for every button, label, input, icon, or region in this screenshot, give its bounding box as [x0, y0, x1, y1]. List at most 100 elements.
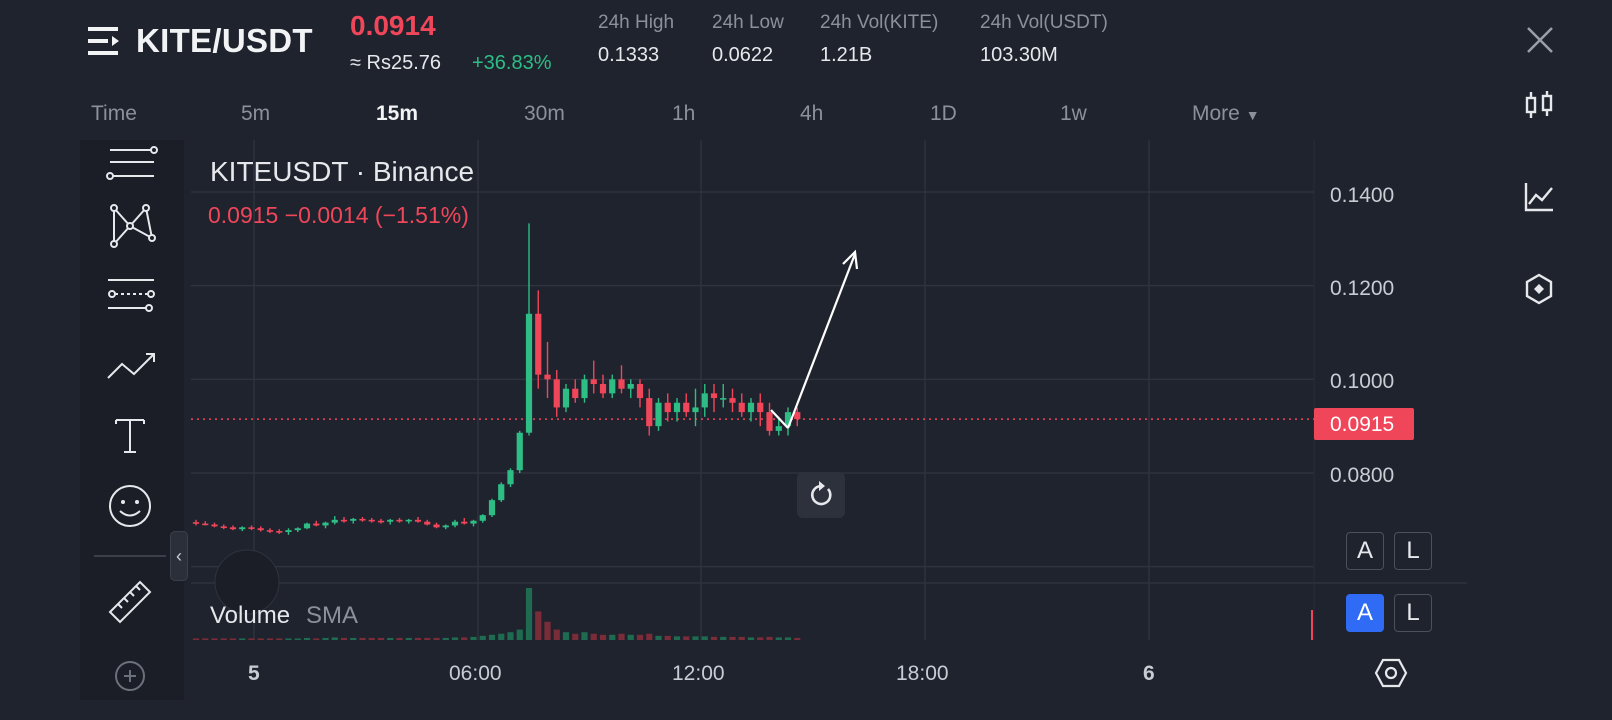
candle-body: [192, 522, 200, 524]
candle-body: [562, 388, 570, 408]
x-tick-label: 5: [248, 662, 260, 685]
volume-bar: [414, 637, 422, 640]
volume-log-scale-button[interactable]: L: [1394, 594, 1432, 632]
ruler-icon[interactable]: [104, 572, 160, 624]
volume-bar: [340, 637, 348, 640]
candle-body: [692, 407, 699, 413]
stat-low-label: 24h Low: [712, 12, 784, 33]
volume-bar: [202, 638, 209, 640]
candle-body: [470, 520, 477, 524]
candle-body: [581, 379, 588, 399]
candlestick-icon[interactable]: [1522, 88, 1556, 122]
y-tick-label: 0.1000: [1330, 370, 1395, 393]
volume-bar: [627, 634, 634, 640]
candle-body: [794, 412, 801, 420]
zoom-in-icon[interactable]: [104, 650, 160, 698]
volume-bar: [322, 637, 329, 640]
fib-icon[interactable]: [104, 274, 160, 322]
candle-body: [599, 384, 607, 394]
log-scale-button[interactable]: L: [1394, 532, 1432, 570]
candle-body: [266, 530, 274, 532]
tab-5m[interactable]: 5m: [241, 102, 270, 126]
volume-bar: [553, 629, 560, 640]
volume-bar: [581, 632, 588, 640]
candle-body: [294, 528, 301, 531]
tab-1h[interactable]: 1h: [672, 102, 695, 126]
candle-body: [359, 518, 366, 521]
candle-body: [775, 426, 782, 431]
pattern-icon[interactable]: [104, 204, 160, 252]
candle-body: [229, 527, 237, 530]
pair-title[interactable]: KITE/USDT: [136, 22, 313, 60]
candle-body: [710, 393, 718, 399]
tab-4h[interactable]: 4h: [800, 102, 823, 126]
candle-body: [590, 379, 597, 385]
candle-body: [757, 402, 764, 413]
volume-bar: [535, 611, 542, 640]
volume-bar: [590, 633, 597, 640]
volume-bar: [747, 637, 755, 640]
candle-body: [340, 519, 348, 522]
volume-bar: [655, 635, 662, 640]
tab-1d[interactable]: 1D: [930, 102, 957, 126]
volume-auto-scale-button[interactable]: A: [1346, 594, 1384, 632]
candle-body: [636, 384, 644, 399]
candle-body: [766, 412, 773, 431]
volume-bar: [599, 634, 607, 640]
chart-settings-icon[interactable]: [1373, 655, 1409, 691]
stat-high-label: 24h High: [598, 12, 675, 33]
more-label: More: [1192, 102, 1240, 125]
volume-bar: [562, 632, 570, 640]
volume-bar: [766, 636, 773, 640]
tab-15m[interactable]: 15m: [376, 102, 418, 126]
candle-body: [525, 313, 533, 433]
volume-bar: [220, 638, 227, 640]
y-tick-label: 0.0800: [1330, 464, 1395, 487]
stat-vol-kite-label: 24h Vol(KITE): [820, 12, 939, 33]
volume-bar: [303, 637, 311, 640]
tab-30m[interactable]: 30m: [524, 102, 565, 126]
volume-bar: [266, 638, 274, 640]
candle-body: [461, 521, 468, 524]
change-percent: +36.83%: [472, 52, 552, 74]
volume-sma-label: SMA: [306, 602, 359, 629]
symbol-title: KITEUSDT · Binance: [210, 156, 475, 187]
volume-bar: [368, 637, 375, 640]
reset-icon: [811, 481, 832, 506]
emoji-icon[interactable]: [104, 482, 160, 530]
indicators-icon[interactable]: [1522, 180, 1556, 214]
volume-bar: [424, 637, 431, 640]
auto-scale-button[interactable]: A: [1346, 532, 1384, 570]
volume-bar: [192, 638, 200, 640]
volume-bar: [442, 637, 449, 640]
candle-body: [516, 432, 523, 471]
volume-bar: [488, 634, 496, 640]
trend-icon[interactable]: [104, 344, 160, 392]
x-tick-label: 6: [1143, 662, 1155, 685]
candle-body: [720, 398, 727, 400]
text-icon[interactable]: [104, 412, 160, 460]
menu-icon[interactable]: [86, 24, 122, 58]
candle-body: [248, 527, 255, 529]
tab-time[interactable]: Time: [91, 102, 137, 126]
candle-body: [211, 524, 218, 527]
stat-vol-usdt-label: 24h Vol(USDT): [980, 12, 1108, 33]
close-icon[interactable]: [1524, 24, 1556, 56]
volume-bar: [784, 637, 792, 640]
collapse-toolbar-button[interactable]: ‹: [170, 531, 188, 581]
volume-bar: [692, 636, 699, 640]
volume-bar: [276, 638, 283, 640]
candle-body: [387, 519, 394, 522]
candle-body: [451, 521, 459, 526]
lines-icon[interactable]: [104, 144, 160, 192]
candle-body: [414, 519, 422, 522]
volume-bar: [229, 638, 237, 640]
hexagon-settings-icon[interactable]: [1522, 272, 1556, 306]
reset-chart-button[interactable]: [797, 472, 845, 518]
candle-body: [609, 379, 616, 394]
volume-bar: [525, 588, 533, 640]
candle-body: [738, 402, 745, 413]
tab-more[interactable]: More ▼: [1192, 102, 1260, 126]
tab-1w[interactable]: 1w: [1060, 102, 1087, 126]
volume-bar: [646, 633, 653, 640]
